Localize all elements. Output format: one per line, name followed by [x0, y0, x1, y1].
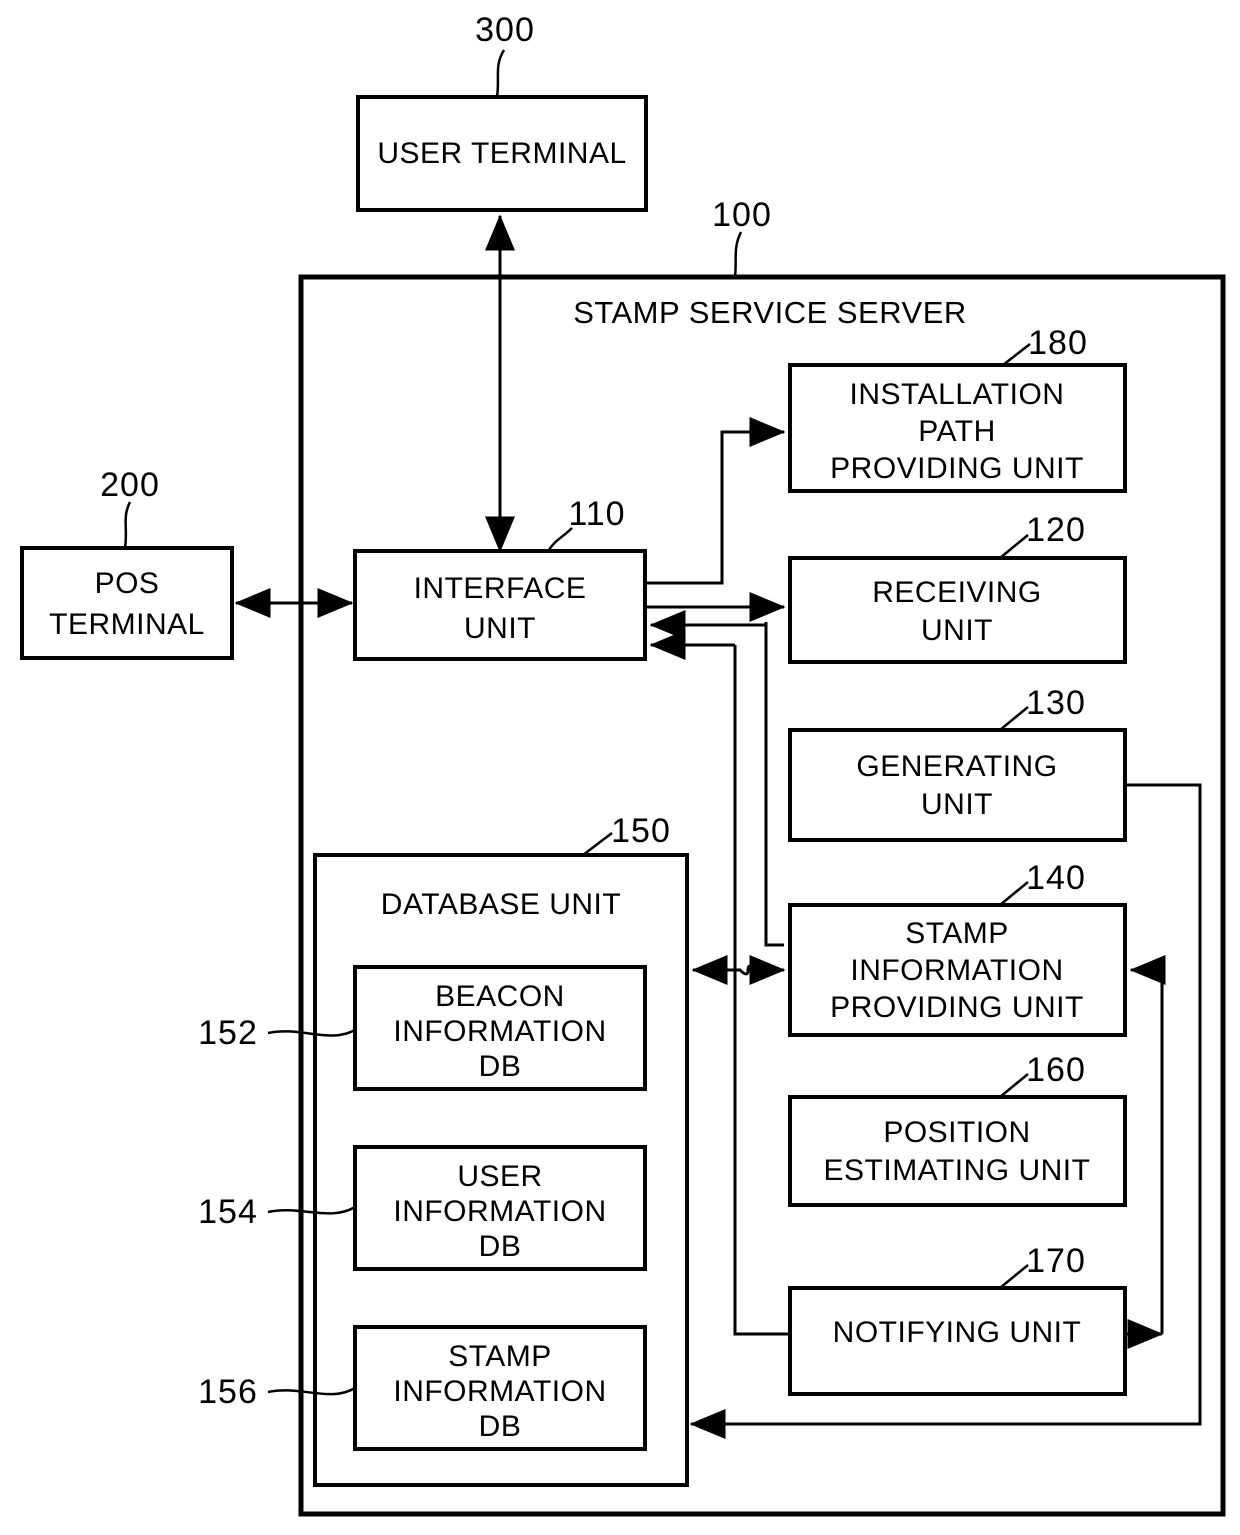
interface-unit-ref-number: 110 — [568, 495, 625, 533]
installation-path-label-1: INSTALLATION — [850, 378, 1065, 411]
user-db-label-3: DB — [479, 1230, 522, 1263]
user-terminal-ref-number: 300 — [475, 11, 535, 49]
user-db-label-1: USER — [457, 1160, 542, 1193]
stamp-db-ref-leader — [267, 1386, 356, 1396]
server-ref-number: 100 — [712, 196, 772, 234]
receiving-unit-label-2: UNIT — [921, 614, 993, 647]
receiving-unit-label-1: RECEIVING — [872, 576, 1042, 609]
stamp-db-label-1: STAMP — [448, 1340, 552, 1373]
beacon-db-label-3: DB — [479, 1050, 522, 1083]
position-estimating-label-1: POSITION — [883, 1116, 1030, 1149]
link-interface-installation-path — [645, 417, 786, 585]
notifying-unit-ref-leader — [999, 1264, 1029, 1289]
pos-terminal-label-2: TERMINAL — [49, 608, 205, 641]
beacon-db-label-2: INFORMATION — [393, 1015, 606, 1048]
stamp-db-ref-number: 156 — [198, 1373, 258, 1411]
stamp-db-label-3: DB — [479, 1410, 522, 1443]
user-terminal-label: USER TERMINAL — [377, 137, 626, 170]
notifying-unit-label: NOTIFYING UNIT — [833, 1316, 1082, 1349]
link-stamp-info-to-interface-vertical — [764, 625, 784, 947]
patent-block-diagram: STAMP SERVICE SERVER 100 USER TERMINAL 3… — [20, 11, 1226, 1517]
interface-unit-label-2: UNIT — [464, 612, 536, 645]
pos-terminal-ref-leader — [123, 501, 132, 549]
installation-path-label-3: PROVIDING UNIT — [830, 452, 1084, 485]
pos-terminal-label-1: POS — [95, 567, 160, 600]
pos-terminal-ref-number: 200 — [100, 466, 160, 504]
beacon-db-ref-leader — [267, 1028, 356, 1037]
stamp-info-providing-label-1: STAMP — [905, 917, 1009, 950]
stamp-info-providing-label-3: PROVIDING UNIT — [830, 991, 1084, 1024]
generating-unit-box[interactable] — [788, 728, 1127, 842]
position-estimating-ref-number: 160 — [1026, 1051, 1086, 1089]
installation-path-label-2: PATH — [918, 415, 996, 448]
notifying-unit-ref-number: 170 — [1026, 1242, 1086, 1280]
generating-unit-label-1: GENERATING — [856, 750, 1057, 783]
database-unit-label: DATABASE UNIT — [381, 888, 621, 921]
generating-unit-ref-number: 130 — [1026, 684, 1086, 722]
pos-terminal-box[interactable] — [20, 546, 234, 660]
generating-unit-ref-leader — [999, 706, 1029, 731]
link-notifying-to-interface-vertical — [733, 645, 790, 1336]
installation-path-ref-number: 180 — [1028, 324, 1088, 362]
stamp-db-label-2: INFORMATION — [393, 1375, 606, 1408]
stamp-info-providing-ref-number: 140 — [1026, 859, 1086, 897]
stamp-info-providing-label-2: INFORMATION — [850, 954, 1063, 987]
user-terminal-ref-leader — [495, 49, 506, 98]
installation-path-ref-leader — [1002, 343, 1031, 366]
stamp-info-providing-ref-leader — [999, 881, 1029, 906]
beacon-db-label-1: BEACON — [435, 980, 565, 1013]
link-return-upper-to-interface — [649, 610, 768, 640]
user-db-ref-number: 154 — [198, 1193, 258, 1231]
stamp-service-server-label: STAMP SERVICE SERVER — [573, 295, 967, 330]
generating-unit-label-2: UNIT — [921, 788, 993, 821]
position-estimating-ref-leader — [999, 1073, 1029, 1098]
receiving-unit-ref-number: 120 — [1026, 511, 1086, 549]
server-ref-leader — [733, 231, 743, 278]
database-unit-ref-leader — [582, 832, 613, 856]
beacon-db-ref-number: 152 — [198, 1014, 258, 1052]
position-estimating-label-2: ESTIMATING UNIT — [824, 1154, 1091, 1187]
user-db-label-2: INFORMATION — [393, 1195, 606, 1228]
position-estimating-unit-box[interactable] — [788, 1095, 1127, 1207]
user-db-ref-leader — [267, 1205, 356, 1215]
database-unit-ref-number: 150 — [611, 812, 671, 850]
receiving-unit-ref-leader — [999, 534, 1029, 559]
interface-unit-label-1: INTERFACE — [414, 572, 587, 605]
